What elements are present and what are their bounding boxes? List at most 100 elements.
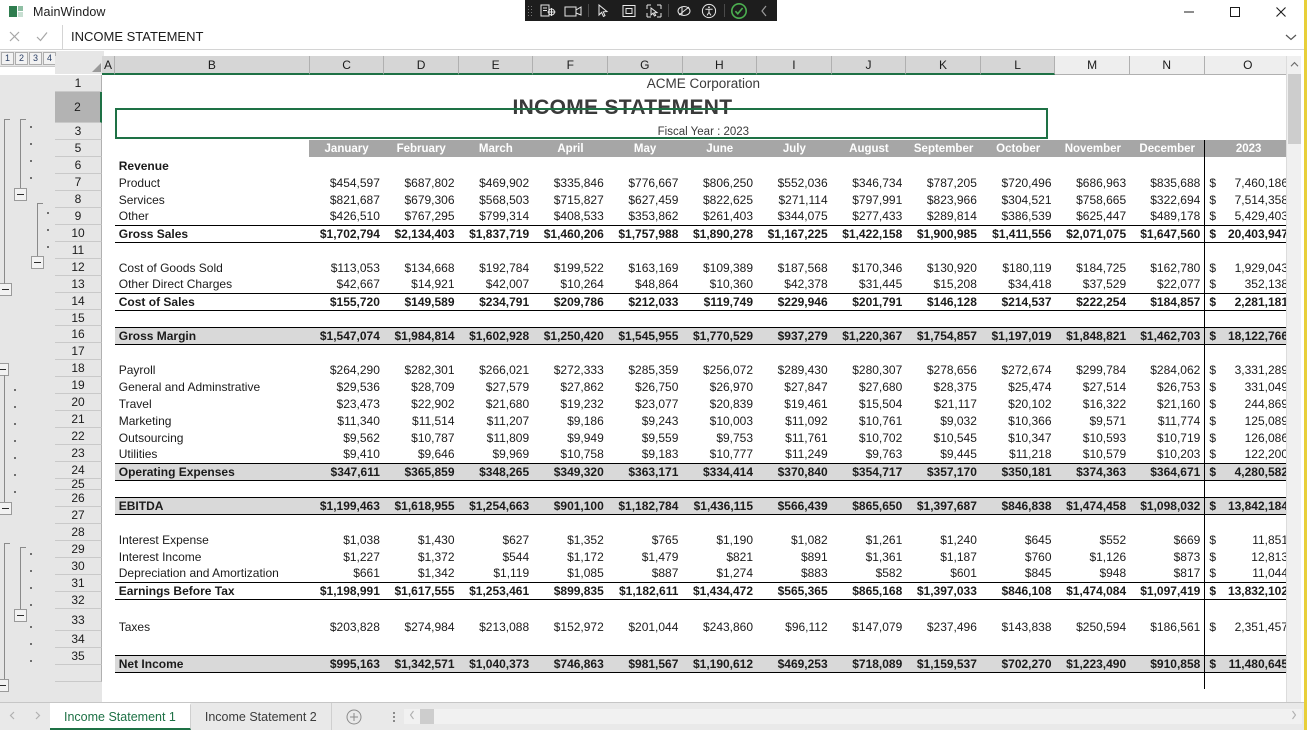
cell-empty[interactable] — [682, 242, 757, 259]
value-cell[interactable]: $353,862 — [608, 208, 683, 225]
value-cell[interactable]: $26,753 — [1130, 378, 1205, 395]
cell-empty[interactable] — [1204, 514, 1292, 531]
cell-A[interactable] — [102, 582, 115, 599]
cell-empty[interactable] — [1130, 344, 1205, 361]
select-all-corner[interactable] — [55, 56, 102, 74]
row-header-7[interactable]: 7 — [55, 174, 102, 191]
value-cell[interactable]: $243,860 — [682, 616, 757, 638]
value-cell[interactable]: $250,594 — [1056, 616, 1131, 638]
value-cell[interactable]: $261,403 — [682, 208, 757, 225]
value-cell[interactable]: $552 — [1056, 531, 1131, 548]
pointer-select-icon[interactable] — [591, 0, 616, 21]
ytd-total-cell[interactable]: $20,403,947 — [1204, 224, 1292, 243]
cell-empty[interactable] — [533, 242, 608, 259]
cell-empty[interactable] — [309, 310, 384, 327]
cell-empty[interactable] — [981, 514, 1056, 531]
value-cell[interactable]: $363,171 — [607, 462, 683, 481]
company-name-cell[interactable]: ACME Corporation — [115, 75, 1292, 92]
value-cell[interactable]: $234,791 — [458, 292, 534, 311]
value-cell[interactable]: $370,840 — [757, 462, 832, 481]
value-cell[interactable]: $113,053 — [309, 259, 384, 276]
value-cell[interactable]: $799,314 — [459, 208, 534, 225]
value-cell[interactable]: $9,753 — [682, 429, 757, 446]
value-cell[interactable]: $282,301 — [384, 361, 459, 378]
column-header-O[interactable]: O — [1204, 56, 1292, 75]
value-cell[interactable]: $186,561 — [1130, 616, 1205, 638]
cell-empty[interactable] — [906, 514, 981, 531]
column-header-I[interactable]: I — [757, 56, 832, 75]
cell-empty[interactable] — [459, 242, 534, 259]
fiscal-year-cell[interactable]: Fiscal Year : 2023 — [115, 123, 1292, 140]
value-cell[interactable]: $469,902 — [459, 174, 534, 191]
cell-B[interactable] — [115, 514, 310, 531]
value-cell[interactable]: $10,360 — [682, 276, 757, 293]
cell-empty[interactable] — [608, 514, 683, 531]
value-cell[interactable]: $1,474,458 — [1055, 496, 1131, 515]
close-icon[interactable] — [1258, 0, 1304, 24]
cell-empty[interactable] — [384, 157, 459, 174]
cell-empty[interactable] — [832, 638, 907, 655]
row-header-2[interactable]: 2 — [55, 92, 102, 123]
row-label-35[interactable]: Net Income — [114, 654, 310, 673]
value-cell[interactable]: $568,503 — [459, 191, 534, 208]
cell-A[interactable] — [102, 327, 115, 344]
value-cell[interactable]: $566,439 — [757, 496, 832, 515]
value-cell[interactable]: $42,007 — [459, 276, 534, 293]
value-cell[interactable]: $1,342 — [384, 565, 459, 582]
row-header-10[interactable]: 10 — [55, 225, 102, 242]
cell-empty[interactable] — [1204, 344, 1292, 361]
value-cell[interactable]: $1,240 — [906, 531, 981, 548]
value-cell[interactable]: $334,414 — [682, 462, 758, 481]
row-header-19[interactable]: 19 — [55, 377, 102, 394]
sheet-tab-income-statement-1[interactable]: Income Statement 1 — [50, 703, 191, 730]
value-cell[interactable]: $1,159,537 — [906, 654, 981, 673]
cell-empty[interactable] — [309, 242, 384, 259]
value-cell[interactable]: $746,863 — [533, 654, 608, 673]
value-cell[interactable]: $9,763 — [832, 446, 907, 463]
accept-edit-icon[interactable] — [28, 25, 56, 49]
cell-A[interactable] — [102, 157, 115, 174]
cell-empty[interactable] — [459, 157, 534, 174]
value-cell[interactable]: $910,858 — [1130, 654, 1205, 673]
value-cell[interactable]: $797,991 — [832, 191, 907, 208]
value-cell[interactable]: $22,077 — [1130, 276, 1205, 293]
tab-split-handle[interactable] — [386, 711, 402, 722]
cell-empty[interactable] — [1204, 242, 1292, 259]
cell-A[interactable] — [102, 208, 115, 225]
value-cell[interactable]: $16,322 — [1056, 395, 1131, 412]
cell-B[interactable] — [115, 310, 310, 327]
sheet-tab-income-statement-2[interactable]: Income Statement 2 — [191, 703, 332, 730]
value-cell[interactable]: $1,411,556 — [980, 224, 1056, 243]
cell-empty[interactable] — [757, 242, 832, 259]
cell-A[interactable] — [102, 599, 115, 616]
cell-A[interactable] — [102, 565, 115, 582]
cell-empty[interactable] — [906, 599, 981, 616]
cell-A[interactable] — [102, 140, 115, 157]
cell-A[interactable] — [102, 497, 115, 514]
cell-empty[interactable] — [608, 344, 683, 361]
value-cell[interactable]: $1,770,529 — [682, 326, 758, 345]
row-header-18[interactable]: 18 — [55, 360, 102, 377]
cell-empty[interactable] — [608, 672, 683, 689]
cell-empty[interactable] — [533, 344, 608, 361]
value-cell[interactable]: $10,761 — [832, 412, 907, 429]
value-cell[interactable]: $1,372 — [384, 548, 459, 565]
cell-A[interactable] — [102, 344, 115, 361]
cell-A[interactable] — [102, 395, 115, 412]
value-cell[interactable]: $687,802 — [384, 174, 459, 191]
value-cell[interactable]: $162,780 — [1130, 259, 1205, 276]
vertical-scrollbar[interactable] — [1286, 56, 1301, 702]
value-cell[interactable]: $891 — [757, 548, 832, 565]
value-cell[interactable]: $552,036 — [757, 174, 832, 191]
expand-formula-bar-icon[interactable] — [1278, 25, 1304, 49]
ytd-total-cell[interactable]: $7,460,186 — [1204, 174, 1292, 191]
value-cell[interactable]: $11,809 — [459, 429, 534, 446]
outline-collapse-row35[interactable] — [0, 679, 9, 692]
value-cell[interactable]: $201,791 — [831, 292, 907, 311]
value-cell[interactable]: $2,134,403 — [383, 224, 459, 243]
value-cell[interactable]: $10,347 — [981, 429, 1056, 446]
ytd-total-cell[interactable]: $11,851 — [1204, 531, 1292, 548]
value-cell[interactable]: $27,862 — [533, 378, 608, 395]
cell-B[interactable] — [115, 672, 310, 689]
value-cell[interactable]: $23,473 — [309, 395, 384, 412]
